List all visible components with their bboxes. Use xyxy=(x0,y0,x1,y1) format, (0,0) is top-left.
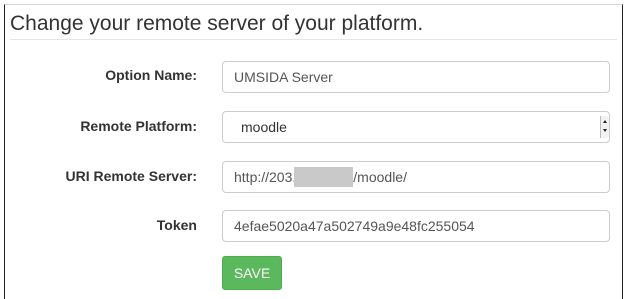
uri-remote-server-input[interactable]: http://203. /moodle/ xyxy=(222,161,610,193)
uri-value-suffix: /moodle/ xyxy=(353,169,407,185)
arrow-up-icon xyxy=(603,120,607,123)
save-button[interactable]: SAVE xyxy=(222,256,282,290)
remote-platform-selected-value: moodle xyxy=(241,119,287,135)
page-title: Change your remote server of your platfo… xyxy=(10,12,424,35)
option-name-label: Option Name: xyxy=(105,67,197,83)
remote-server-panel: Change your remote server of your platfo… xyxy=(4,4,623,299)
uri-remote-server-label: URI Remote Server: xyxy=(65,168,198,184)
remote-platform-label: Remote Platform: xyxy=(80,118,197,134)
arrow-down-icon xyxy=(603,129,607,132)
remote-platform-select[interactable]: moodle xyxy=(222,111,610,143)
option-name-input[interactable]: UMSIDA Server xyxy=(222,61,610,93)
uri-value-prefix: http://203. xyxy=(234,169,297,185)
token-label: Token xyxy=(156,217,197,233)
select-arrows-icon[interactable] xyxy=(600,116,609,138)
title-divider xyxy=(10,39,617,40)
redacted-block xyxy=(294,166,354,187)
token-input[interactable]: 4efae5020a47a502749a9e48fc255054 xyxy=(222,210,610,242)
